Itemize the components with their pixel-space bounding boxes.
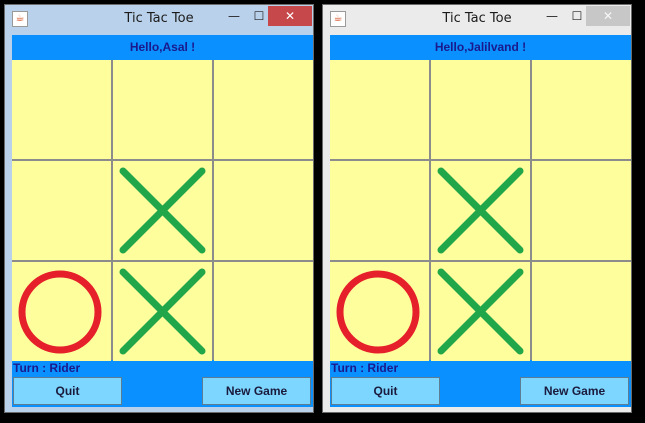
new-game-button[interactable]: New Game xyxy=(202,377,311,405)
x-mark-icon xyxy=(437,268,524,355)
game-board xyxy=(330,60,631,361)
board-cell-7[interactable] xyxy=(431,262,530,361)
minimize-button[interactable]: — xyxy=(221,6,247,26)
quit-button[interactable]: Quit xyxy=(13,377,122,405)
turn-label: Turn : Rider xyxy=(13,361,81,375)
board-cell-3[interactable] xyxy=(330,161,429,260)
board-cell-1[interactable] xyxy=(113,60,212,159)
board-cell-4[interactable] xyxy=(431,161,530,260)
board-cell-0[interactable] xyxy=(12,60,111,159)
board-cell-0[interactable] xyxy=(330,60,429,159)
board-cell-2[interactable] xyxy=(214,60,313,159)
x-mark-icon xyxy=(119,167,206,254)
minimize-button[interactable]: — xyxy=(539,6,565,26)
title-bar[interactable]: ☕ Tic Tac Toe — ☐ ✕ xyxy=(323,5,631,33)
quit-button[interactable]: Quit xyxy=(331,377,440,405)
board-cell-5[interactable] xyxy=(214,161,313,260)
board-cell-5[interactable] xyxy=(532,161,631,260)
game-window-asal: ☕ Tic Tac Toe — ☐ ✕ Hello,Asal ! Turn : … xyxy=(4,4,314,413)
board-cell-6[interactable] xyxy=(12,262,111,361)
x-mark-icon xyxy=(437,167,524,254)
greeting-label: Hello,Jalilvand ! xyxy=(434,40,527,54)
close-button[interactable]: ✕ xyxy=(586,6,630,26)
board-cell-2[interactable] xyxy=(532,60,631,159)
game-board xyxy=(12,60,313,361)
o-mark-icon xyxy=(336,270,420,354)
board-cell-6[interactable] xyxy=(330,262,429,361)
x-mark-icon xyxy=(119,268,206,355)
board-cell-7[interactable] xyxy=(113,262,212,361)
board-cell-3[interactable] xyxy=(12,161,111,260)
game-panel: Hello,Jalilvand ! Turn : Rider Quit New … xyxy=(330,35,631,407)
greeting-label: Hello,Asal ! xyxy=(129,40,196,54)
game-window-jalilvand: ☕ Tic Tac Toe — ☐ ✕ Hello,Jalilvand ! Tu… xyxy=(322,4,632,413)
close-button[interactable]: ✕ xyxy=(268,6,312,26)
new-game-button[interactable]: New Game xyxy=(520,377,629,405)
o-mark-icon xyxy=(18,270,102,354)
game-panel: Hello,Asal ! Turn : Rider Quit New Game xyxy=(12,35,313,407)
board-cell-8[interactable] xyxy=(214,262,313,361)
board-cell-8[interactable] xyxy=(532,262,631,361)
board-cell-1[interactable] xyxy=(431,60,530,159)
board-cell-4[interactable] xyxy=(113,161,212,260)
turn-label: Turn : Rider xyxy=(331,361,399,375)
title-bar[interactable]: ☕ Tic Tac Toe — ☐ ✕ xyxy=(5,5,313,33)
